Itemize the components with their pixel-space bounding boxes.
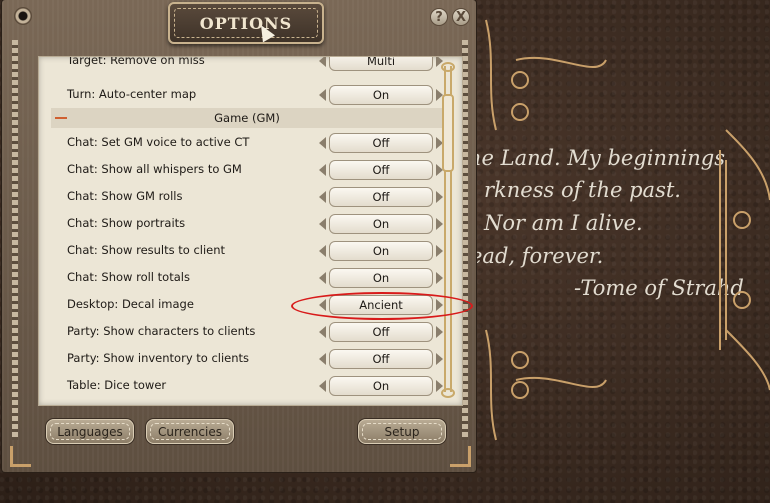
arrow-left-icon[interactable] [319,137,326,149]
option-row: Party: Show inventory to clients Off [51,345,443,372]
option-value[interactable]: Off [329,349,433,369]
arrow-left-icon[interactable] [319,191,326,203]
option-stepper[interactable]: Off [319,133,443,153]
scrollbar-thumb[interactable] [442,94,454,172]
option-row: Target: Remove on miss Multi [51,56,443,74]
option-row: Chat: Show all whispers to GM Off [51,156,443,183]
option-value[interactable]: Off [329,322,433,342]
arrow-left-icon[interactable] [319,245,326,257]
option-label: Chat: Show results to client [67,243,226,257]
arrow-right-icon[interactable] [436,245,443,257]
option-row: Chat: Set GM voice to active CT Off [51,129,443,156]
arrow-left-icon[interactable] [319,272,326,284]
options-list-panel: Target: Remove on miss Multi Turn: Auto-… [38,56,463,406]
option-stepper[interactable]: On [319,214,443,234]
option-value[interactable]: On [329,85,433,105]
option-label: Chat: Show roll totals [67,270,190,284]
option-stepper[interactable]: Off [319,349,443,369]
arrow-right-icon[interactable] [436,326,443,338]
option-value[interactable]: Multi [329,57,433,71]
rivet-icon [14,7,32,25]
currencies-button[interactable]: Currencies [146,419,234,444]
arrow-right-icon[interactable] [436,218,443,230]
option-value[interactable]: On [329,214,433,234]
border-flourish-decoration [485,19,770,441]
option-value[interactable]: Off [329,187,433,207]
option-stepper[interactable]: Off [319,160,443,180]
option-stepper[interactable]: On [319,268,443,288]
option-row: Chat: Show GM rolls Off [51,183,443,210]
group-header-game-gm[interactable]: Game (GM) [51,108,443,128]
close-button[interactable]: X [452,8,470,26]
languages-button[interactable]: Languages [46,419,134,444]
option-value[interactable]: On [329,268,433,288]
arrow-left-icon[interactable] [319,57,326,67]
arrow-left-icon[interactable] [319,326,326,338]
corner-ornament-icon [450,446,471,467]
arrow-right-icon[interactable] [436,272,443,284]
title-plate[interactable]: OPTIONS [168,2,324,44]
corner-ornament-icon [10,446,31,467]
scroll-cap-top-icon [441,62,455,72]
highlight-ellipse [291,292,473,320]
arrow-right-icon[interactable] [436,353,443,365]
option-value[interactable]: On [329,376,433,396]
option-stepper[interactable]: Off [319,322,443,342]
option-row: Chat: Show roll totals On [51,264,443,291]
left-chain-decoration [12,40,18,440]
arrow-right-icon[interactable] [436,191,443,203]
arrow-left-icon[interactable] [319,380,326,392]
group-header-label: Game (GM) [214,111,280,125]
option-row: Party: Show characters to clients Off [51,318,443,345]
option-label: Party: Show characters to clients [67,324,256,338]
option-label: Chat: Show GM rolls [67,189,183,203]
arrow-left-icon[interactable] [319,218,326,230]
option-stepper[interactable]: On [319,85,443,105]
option-value[interactable]: Off [329,133,433,153]
scroll-cap-bottom-icon [441,388,455,398]
option-label: Target: Remove on miss [67,56,205,67]
arrow-left-icon[interactable] [319,89,326,101]
option-label: Desktop: Decal image [67,297,194,311]
option-label: Chat: Show all whispers to GM [67,162,242,176]
arrow-left-icon[interactable] [319,353,326,365]
option-stepper[interactable]: On [319,376,443,396]
option-label: Table: Dice tower [67,378,167,392]
option-row: Chat: Show results to client On [51,237,443,264]
option-label: Chat: Show portraits [67,216,186,230]
help-button[interactable]: ? [430,8,448,26]
option-row: Chat: Show portraits On [51,210,443,237]
option-stepper[interactable]: Multi [319,57,443,71]
setup-button[interactable]: Setup [358,419,446,444]
option-label: Party: Show inventory to clients [67,351,250,365]
option-label: Chat: Set GM voice to active CT [67,135,250,149]
option-value[interactable]: Off [329,160,433,180]
option-stepper[interactable]: Off [319,187,443,207]
option-stepper[interactable]: On [319,241,443,261]
window-title: OPTIONS [199,14,293,33]
options-window: OPTIONS ? X Target: Remove on miss Multi… [2,0,476,472]
option-value[interactable]: On [329,241,433,261]
arrow-left-icon[interactable] [319,164,326,176]
option-label: Turn: Auto-center map [67,87,197,101]
option-row: Turn: Auto-center map On [51,81,443,108]
option-row: Table: Dice tower On [51,372,443,399]
